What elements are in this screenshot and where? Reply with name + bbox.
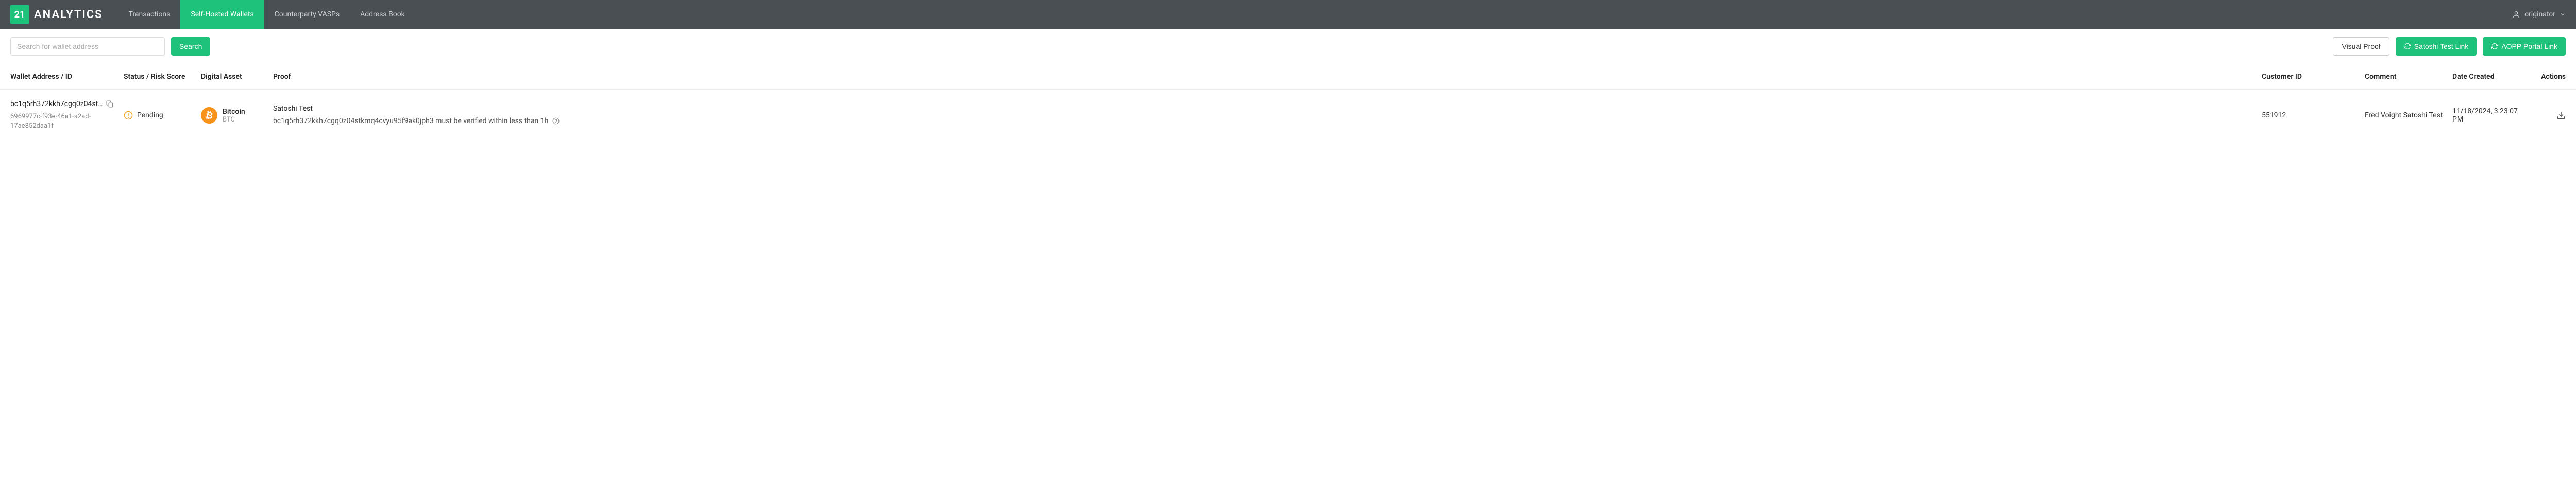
refresh-icon — [2491, 43, 2498, 50]
help-icon[interactable] — [552, 117, 560, 125]
logo-square: 21 — [10, 5, 29, 24]
satoshi-link-label: Satoshi Test Link — [2414, 42, 2469, 50]
proof-body: bc1q5rh372kkh7cgq0z04stkmq4cvyu95f9ak0jp… — [273, 116, 2253, 127]
user-icon — [2512, 10, 2520, 19]
download-icon[interactable] — [2556, 111, 2566, 120]
nav-self-hosted-wallets[interactable]: Self-Hosted Wallets — [180, 0, 264, 29]
wallets-table: Wallet Address / ID Status / Risk Score … — [0, 64, 2576, 141]
col-header-status: Status / Risk Score — [124, 73, 201, 81]
col-header-address: Wallet Address / ID — [10, 73, 124, 81]
col-header-proof: Proof — [273, 73, 2262, 81]
aopp-link-label: AOPP Portal Link — [2501, 42, 2557, 50]
nav-transactions[interactable]: Transactions — [118, 0, 181, 29]
topbar: 21 ANALYTICS Transactions Self-Hosted Wa… — [0, 0, 2576, 29]
wallet-address-link[interactable]: bc1q5rh372kkh7cgq0z04stk... — [10, 100, 103, 108]
col-header-comment: Comment — [2365, 73, 2452, 81]
pending-icon — [124, 111, 133, 120]
main-nav: Transactions Self-Hosted Wallets Counter… — [118, 0, 415, 29]
logo[interactable]: 21 ANALYTICS — [10, 5, 103, 24]
bitcoin-icon: ₿ — [199, 106, 219, 126]
col-header-actions: Actions — [2535, 73, 2566, 81]
toolbar: Search Visual Proof Satoshi Test Link AO… — [0, 29, 2576, 64]
table-row: bc1q5rh372kkh7cgq0z04stk... 6969977c-f93… — [0, 90, 2576, 141]
refresh-icon — [2404, 43, 2411, 50]
nav-counterparty-vasps[interactable]: Counterparty VASPs — [264, 0, 350, 29]
wallet-id: 6969977c-f93e-46a1-a2ad-17ae852daa1f — [10, 112, 115, 131]
chevron-down-icon — [2560, 11, 2566, 18]
date-created: 11/18/2024, 3:23:07 PM — [2452, 107, 2535, 124]
search-button[interactable]: Search — [171, 37, 210, 56]
copy-icon[interactable] — [106, 100, 113, 108]
customer-id: 551912 — [2262, 111, 2365, 119]
satoshi-test-link-button[interactable]: Satoshi Test Link — [2396, 37, 2477, 56]
search-input[interactable] — [10, 37, 165, 56]
status-label: Pending — [137, 111, 163, 119]
col-header-date: Date Created — [2452, 73, 2535, 81]
col-header-customer: Customer ID — [2262, 73, 2365, 81]
aopp-portal-link-button[interactable]: AOPP Portal Link — [2483, 37, 2566, 56]
asset-ticker: BTC — [223, 116, 245, 124]
proof-title: Satoshi Test — [273, 105, 2253, 113]
comment: Fred Voight Satoshi Test — [2365, 111, 2452, 119]
user-name: originator — [2524, 10, 2555, 19]
nav-address-book[interactable]: Address Book — [350, 0, 415, 29]
user-menu[interactable]: originator — [2512, 10, 2566, 19]
col-header-asset: Digital Asset — [201, 73, 273, 81]
visual-proof-button[interactable]: Visual Proof — [2333, 37, 2389, 56]
logo-text: ANALYTICS — [34, 8, 103, 21]
asset-name: Bitcoin — [223, 108, 245, 116]
table-header: Wallet Address / ID Status / Risk Score … — [0, 64, 2576, 90]
